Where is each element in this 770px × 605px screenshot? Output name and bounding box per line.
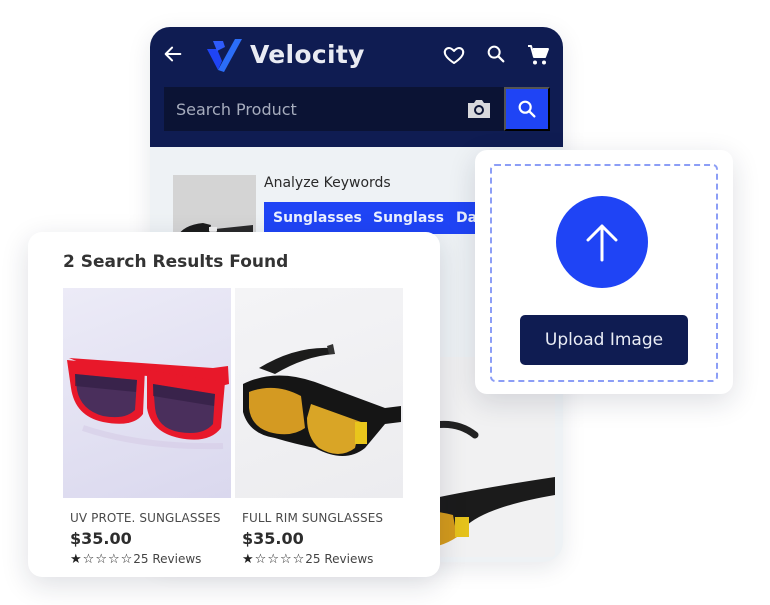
star-empty-icon: ☆ [292, 551, 305, 567]
search-icon [518, 100, 536, 118]
star-empty-icon: ☆ [254, 551, 267, 567]
cart-icon[interactable] [526, 43, 550, 67]
product-image[interactable] [63, 288, 231, 498]
star-empty-icon: ☆ [95, 551, 107, 567]
star-filled-icon: ★ [242, 551, 254, 567]
star-empty-icon: ☆ [279, 551, 292, 567]
product-name[interactable]: UV PROTE. SUNGLASSES [70, 511, 221, 525]
product-price: $35.00 [242, 529, 304, 548]
search-input[interactable] [164, 87, 454, 131]
image-dropzone[interactable]: Upload Image [490, 164, 718, 382]
search-icon[interactable] [485, 43, 509, 67]
search-bar [164, 87, 504, 131]
review-count[interactable]: 25 Reviews [133, 552, 201, 566]
review-count[interactable]: 25 Reviews [305, 552, 373, 566]
keyword-chip[interactable]: Sunglasses [264, 202, 371, 234]
upload-arrow-button[interactable] [556, 196, 648, 288]
upload-image-card: Upload Image [475, 150, 733, 394]
upload-image-button[interactable]: Upload Image [520, 315, 688, 365]
camera-icon[interactable] [466, 98, 492, 120]
app-header: Velocity [150, 27, 563, 147]
heart-icon[interactable] [442, 43, 466, 67]
back-arrow-icon[interactable] [162, 43, 184, 65]
product-image[interactable] [235, 288, 403, 498]
product-rating: ★ ☆ ☆ ☆ ☆ 25 Reviews [242, 552, 373, 566]
stage: Velocity Search Product Analyze Keywords… [0, 0, 770, 605]
keyword-chip[interactable]: Sunglass [364, 202, 453, 234]
star-filled-icon: ★ [70, 551, 82, 567]
product-name[interactable]: FULL RIM SUNGLASSES [242, 511, 383, 525]
velocity-logo-icon [205, 37, 243, 73]
star-empty-icon: ☆ [107, 551, 120, 567]
analyze-keywords-label: Analyze Keywords [264, 175, 391, 191]
search-button[interactable] [504, 87, 550, 131]
star-empty-icon: ☆ [267, 551, 279, 567]
star-empty-icon: ☆ [120, 551, 133, 567]
upload-arrow-icon [586, 224, 618, 262]
brand-name: Velocity [250, 40, 365, 69]
results-title: 2 Search Results Found [63, 252, 289, 272]
star-empty-icon: ☆ [82, 551, 95, 567]
search-results-card: 2 Search Results Found UV PROTE. SUNGLAS… [28, 232, 440, 577]
product-price: $35.00 [70, 529, 132, 548]
product-rating: ★ ☆ ☆ ☆ ☆ 25 Reviews [70, 552, 201, 566]
